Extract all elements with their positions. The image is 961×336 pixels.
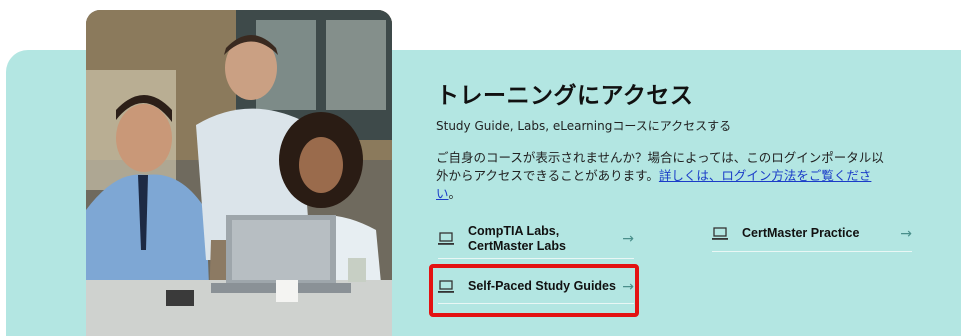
section-subtitle: Study Guide, Labs, eLearningコースにアクセスする [436,119,732,133]
team-photo [86,10,392,336]
section-title: トレーニングにアクセス [436,83,694,109]
notice-end: 。 [448,186,462,201]
highlight-box [429,264,639,317]
laptop-icon [712,226,728,240]
comptia-labs-line2: CertMaster Labs [468,238,566,253]
certmaster-practice-link[interactable]: CertMaster Practice → [712,216,912,252]
comptia-labs-line1: CompTIA Labs, [468,223,560,238]
comptia-labs-link[interactable]: CompTIA Labs, CertMaster Labs → [438,219,634,259]
laptop-icon [438,231,454,245]
arrow-right-icon: → [622,230,634,247]
access-notice: ご自身のコースが表示されませんか？場合によっては、このログインポータル以外からア… [436,149,896,203]
certmaster-practice-label: CertMaster Practice [742,226,860,240]
arrow-right-icon: → [900,225,912,242]
comptia-labs-label: CompTIA Labs, CertMaster Labs [468,224,566,254]
